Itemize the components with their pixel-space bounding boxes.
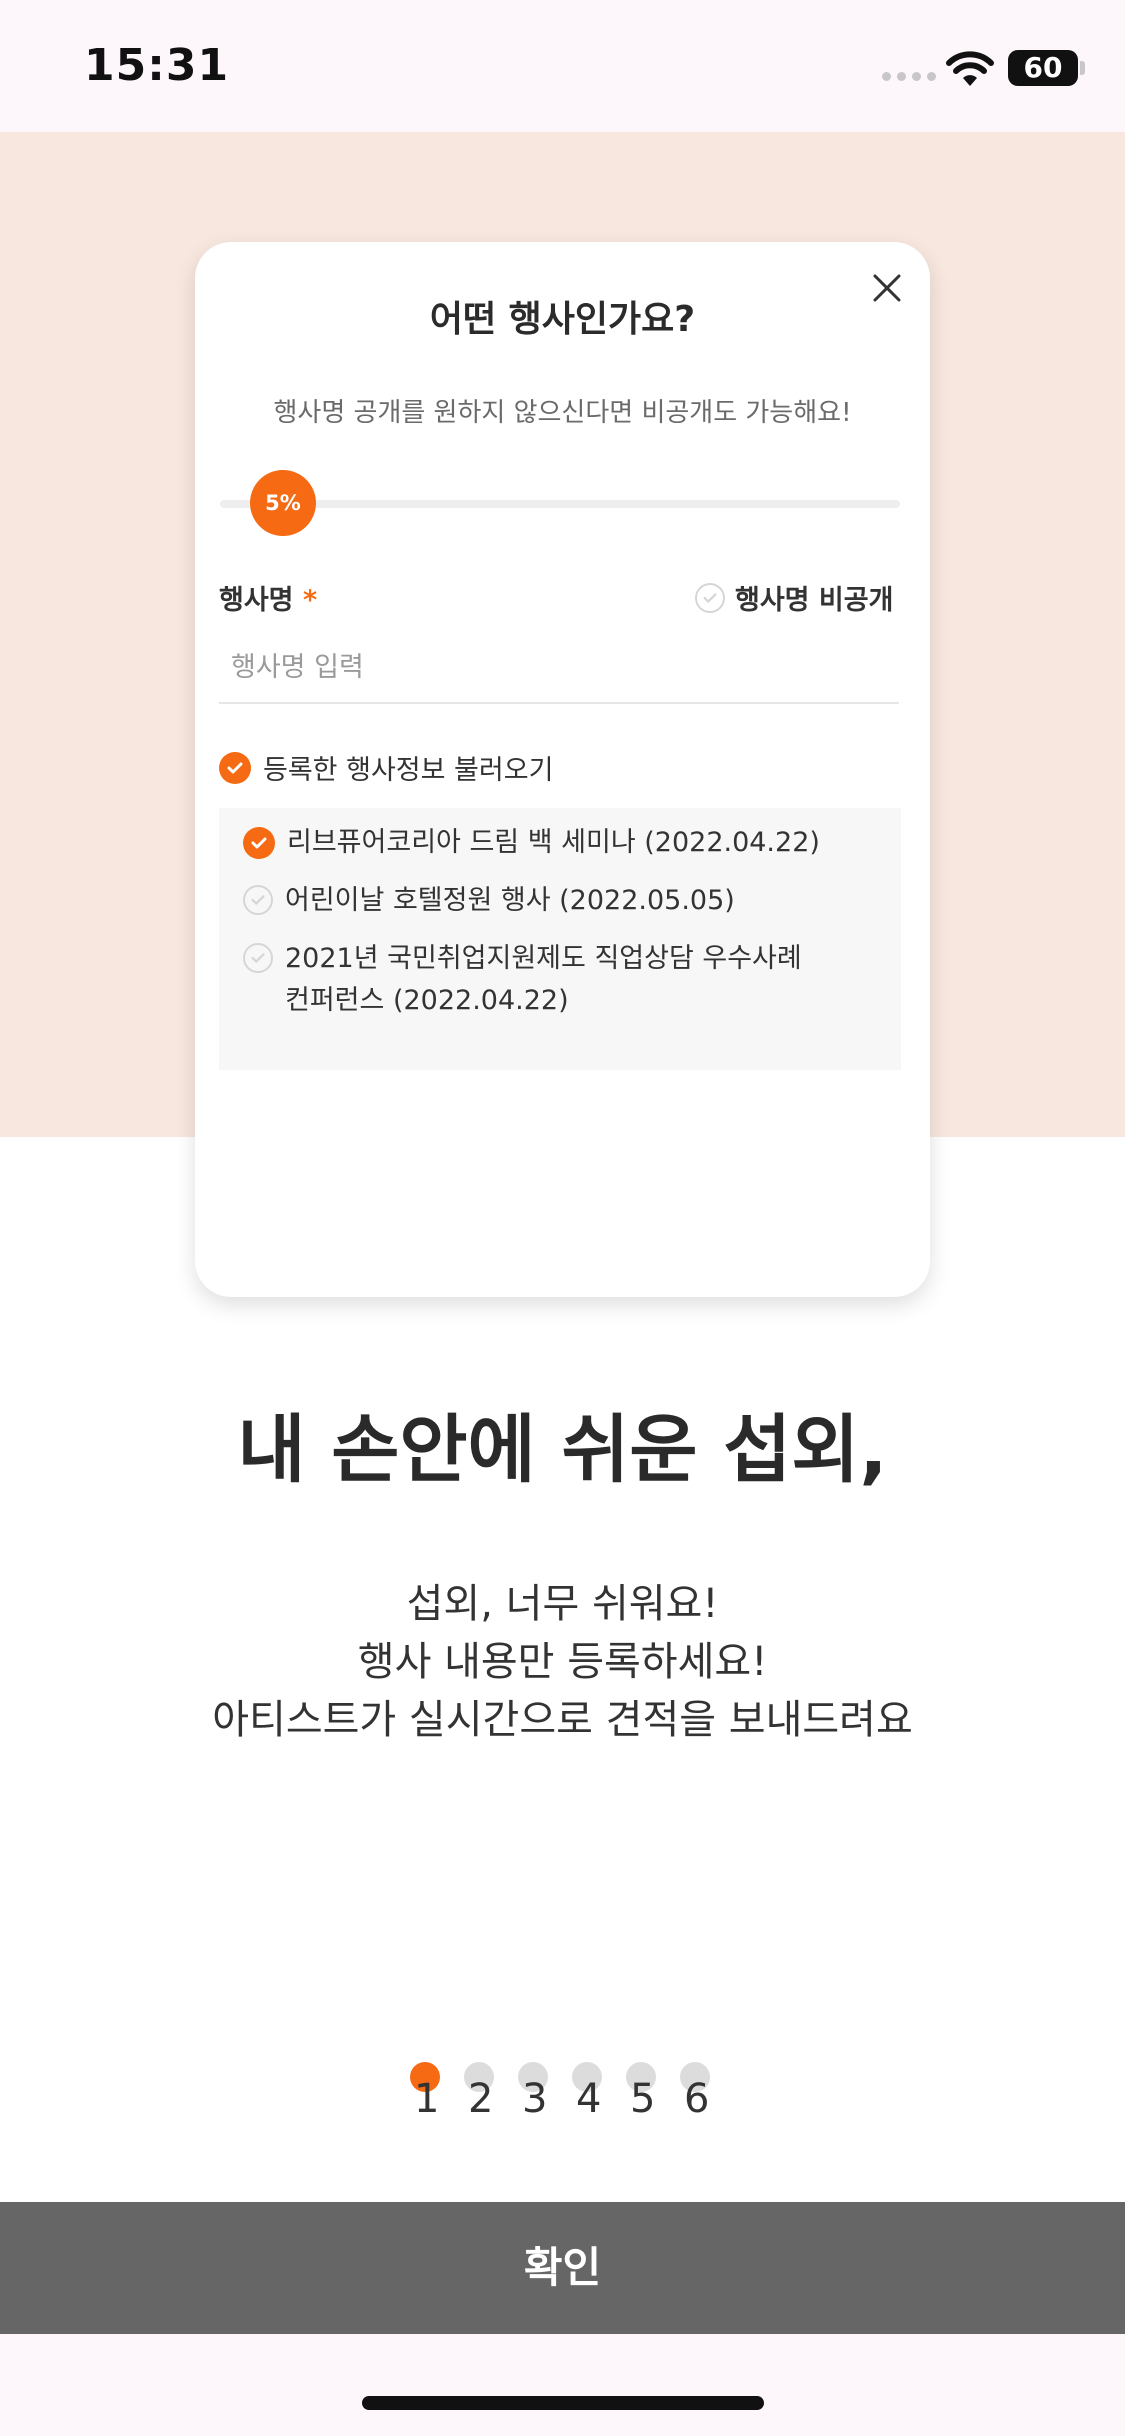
wifi-icon	[946, 51, 994, 86]
list-item[interactable]: 어린이날 호텔정원 행사 (2022.05.05)	[243, 880, 863, 922]
event-name-label: 행사명 *	[219, 578, 317, 617]
check-icon	[243, 885, 273, 915]
status-time: 15:31	[84, 40, 230, 91]
list-item-label-line1: 2021년 국민취업지원제도 직업상담 우수사례	[285, 943, 802, 974]
page-dot-3[interactable]: 3	[518, 2062, 548, 2122]
progress-track	[220, 500, 900, 508]
page-number: 6	[684, 2076, 710, 2122]
page-number: 1	[414, 2076, 440, 2122]
card-subtitle: 행사명 공개를 원하지 않으신다면 비공개도 가능해요!	[273, 398, 852, 428]
battery-icon: 60	[1008, 50, 1078, 86]
event-name-input[interactable]	[219, 632, 899, 704]
check-icon	[243, 943, 273, 973]
required-mark: *	[302, 585, 318, 616]
list-item-label: 리브퓨어코리아 드림 백 세미나 (2022.04.22)	[287, 827, 820, 858]
home-indicator[interactable]	[362, 2396, 764, 2410]
card-title: 어떤 행사인가요?	[429, 299, 696, 340]
page-number: 5	[630, 2076, 656, 2122]
headline: 내 손안에 쉬운 섭외,	[237, 1407, 888, 1493]
list-item[interactable]: 리브퓨어코리아 드림 백 세미나 (2022.04.22)	[243, 822, 863, 864]
close-icon[interactable]	[867, 268, 907, 308]
load-event-info-label: 등록한 행사정보 불러오기	[263, 755, 554, 786]
page-number: 2	[468, 2076, 494, 2122]
list-item-label-line2: 컨퍼런스 (2022.04.22)	[285, 985, 569, 1016]
check-icon	[243, 827, 275, 859]
description-line: 아티스트가 실시간으로 견적을 보내드려요	[212, 1697, 913, 1743]
event-history-list: 리브퓨어코리아 드림 백 세미나 (2022.04.22) 어린이날 호텔정원 …	[219, 808, 901, 1070]
private-name-label: 행사명 비공개	[735, 585, 894, 616]
progress-knob[interactable]: 5%	[250, 470, 316, 536]
page-number: 3	[522, 2076, 548, 2122]
event-name-label-text: 행사명	[219, 585, 294, 616]
description: 섭외, 너무 쉬워요! 행사 내용만 등록하세요! 아티스트가 실시간으로 견적…	[0, 1575, 1125, 1749]
page-dot-1[interactable]: 1	[410, 2062, 440, 2122]
page-indicator: 1 2 3 4 5 6	[410, 2062, 710, 2122]
page-dot-5[interactable]: 5	[626, 2062, 656, 2122]
page-dot-2[interactable]: 2	[464, 2062, 494, 2122]
page-dot-6[interactable]: 6	[680, 2062, 710, 2122]
list-item-label: 어린이날 호텔정원 행사 (2022.05.05)	[285, 885, 735, 916]
confirm-button[interactable]: 확인	[0, 2202, 1125, 2334]
description-line: 섭외, 너무 쉬워요!	[406, 1581, 719, 1627]
battery-nub	[1080, 61, 1085, 75]
page-number: 4	[576, 2076, 602, 2122]
list-item-label: 2021년 국민취업지원제도 직업상담 우수사례 컨퍼런스 (2022.04.2…	[285, 938, 802, 1022]
event-form-card: 어떤 행사인가요? 행사명 공개를 원하지 않으신다면 비공개도 가능해요! 5…	[195, 242, 930, 1297]
load-event-info-checkbox[interactable]: 등록한 행사정보 불러오기	[219, 748, 553, 787]
private-name-checkbox[interactable]: 행사명 비공개	[695, 578, 893, 617]
check-icon	[695, 582, 725, 613]
page-dot-4[interactable]: 4	[572, 2062, 602, 2122]
check-icon	[219, 751, 251, 784]
list-item[interactable]: 2021년 국민취업지원제도 직업상담 우수사례 컨퍼런스 (2022.04.2…	[243, 938, 863, 1022]
status-bar: 15:31 60	[0, 0, 1125, 132]
description-line: 행사 내용만 등록하세요!	[357, 1639, 768, 1685]
cellular-signal-icon	[882, 72, 936, 81]
